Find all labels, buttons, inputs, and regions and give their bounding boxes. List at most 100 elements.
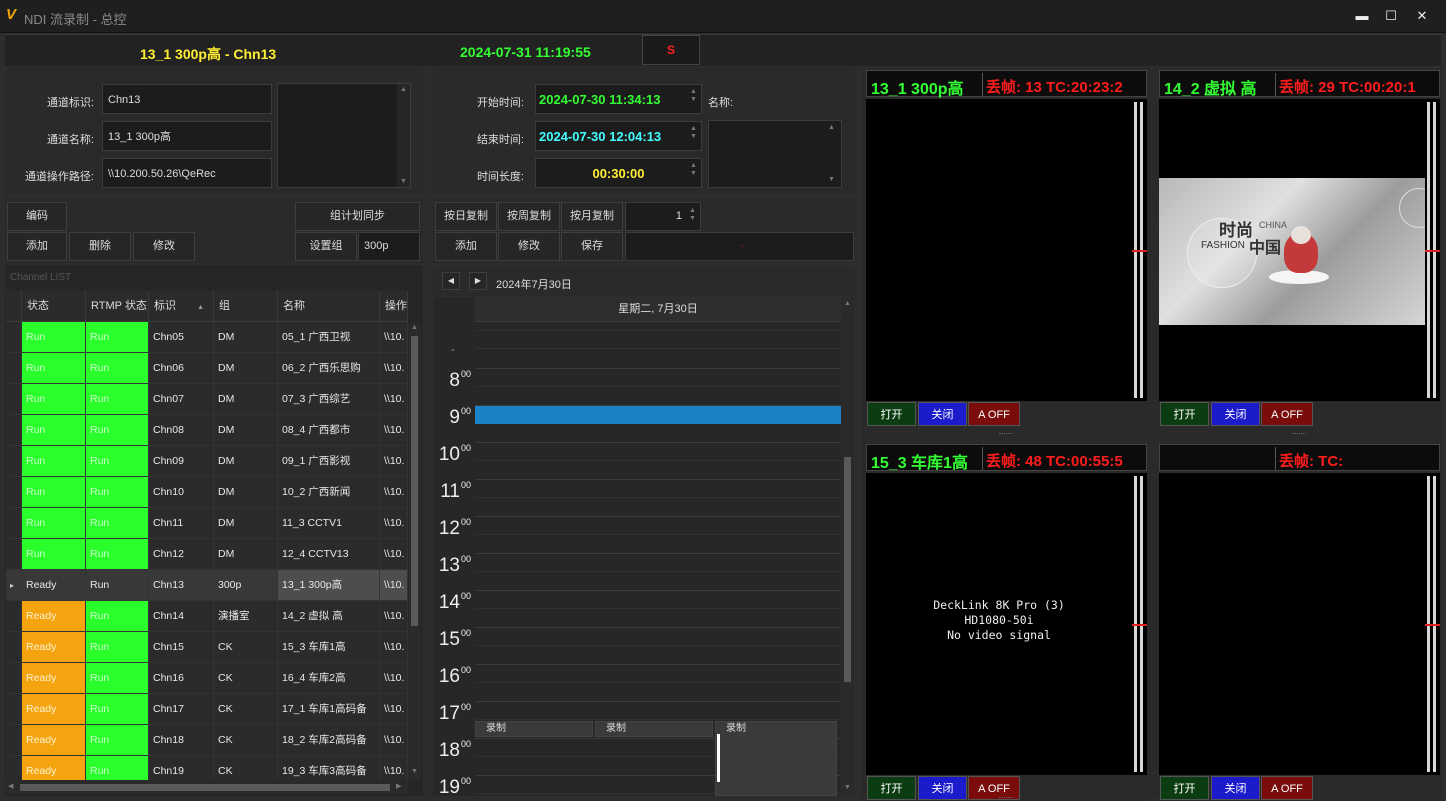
scroll-down-icon[interactable]: ▼ — [397, 178, 410, 186]
row-header-cell[interactable] — [6, 415, 22, 446]
duration-field[interactable]: 00:30:00 — [535, 158, 702, 188]
add-channel-button[interactable]: 添加 — [7, 232, 67, 261]
column-name[interactable]: 名称 — [278, 291, 380, 322]
start-spinner-icon[interactable]: ▲ ▼ — [690, 88, 697, 104]
table-vscrollbar[interactable]: ▲ ▼ — [408, 322, 421, 780]
row-header-cell[interactable] — [6, 663, 22, 694]
schedule-name-textarea[interactable] — [708, 120, 842, 188]
minimize-icon[interactable]: ▬ — [1352, 8, 1372, 24]
modify-schedule-button[interactable]: 修改 — [498, 232, 560, 261]
calendar-vscroll-thumb[interactable] — [844, 457, 851, 682]
recording-event[interactable]: 录制 — [475, 721, 593, 737]
row-header-cell[interactable] — [6, 508, 22, 539]
table-row[interactable]: Run Run Chn09 DM 09_1 广西影视 \\10. — [6, 446, 408, 477]
current-row-icon[interactable]: ▸ — [6, 570, 22, 601]
open-button[interactable]: 打开 — [867, 402, 916, 426]
table-row[interactable]: Ready Run Chn17 CK 17_1 车库1高码备 \\10. — [6, 694, 408, 725]
scroll-down-icon[interactable]: ▼ — [408, 768, 421, 776]
row-header-cell[interactable] — [6, 539, 22, 570]
column-id[interactable]: 标识 ▲ — [149, 291, 214, 322]
audio-off-button[interactable]: A OFF — [968, 402, 1020, 426]
channel-path-field[interactable]: \\10.200.50.26\QeRec — [102, 158, 272, 188]
add-schedule-button[interactable]: 添加 — [435, 232, 497, 261]
set-group-button[interactable]: 设置组 — [295, 232, 357, 261]
table-row[interactable]: Run Run Chn10 DM 10_2 广西新闻 \\10. — [6, 477, 408, 508]
close-button[interactable]: 关闭 — [1211, 776, 1260, 800]
close-button[interactable]: 关闭 — [918, 776, 967, 800]
next-day-icon[interactable]: ▶ — [469, 272, 487, 290]
audio-off-button[interactable]: A OFF — [1261, 402, 1313, 426]
table-row[interactable]: Run Run Chn07 DM 07_3 广西综艺 \\10. — [6, 384, 408, 415]
end-time-field[interactable]: 2024-07-30 12:04:13 — [535, 121, 702, 151]
table-row[interactable]: Run Run Chn05 DM 05_1 广西卫视 \\10. — [6, 322, 408, 353]
open-button[interactable]: 打开 — [1160, 402, 1209, 426]
splitter-grip[interactable] — [999, 797, 1013, 799]
close-button[interactable]: 关闭 — [1211, 402, 1260, 426]
prev-day-icon[interactable]: ◀ — [442, 272, 460, 290]
open-button[interactable]: 打开 — [867, 776, 916, 800]
table-row[interactable]: Run Run Chn12 DM 12_4 CCTV13 \\10. — [6, 539, 408, 570]
column-path[interactable]: 操作路径 — [380, 291, 408, 322]
table-row[interactable]: Ready Run Chn15 CK 15_3 车库1高 \\10. — [6, 632, 408, 663]
scroll-left-icon[interactable]: ◀ — [8, 783, 13, 791]
group-value-field[interactable]: 300p — [358, 232, 420, 261]
table-hscrollbar[interactable]: ◀ ▶ — [6, 780, 408, 794]
table-row[interactable]: Run Run Chn11 DM 11_3 CCTV1 \\10. — [6, 508, 408, 539]
row-header-cell[interactable] — [6, 446, 22, 477]
open-button[interactable]: 打开 — [1160, 776, 1209, 800]
table-row[interactable]: Run Run Chn08 DM 08_4 广西都市 \\10. — [6, 415, 408, 446]
event-resize-handle[interactable] — [717, 734, 720, 782]
table-hscroll-thumb[interactable] — [20, 784, 390, 791]
copy-week-button[interactable]: 按周复制 — [498, 202, 560, 231]
channel-name-field[interactable]: 13_1 300p高 — [102, 121, 272, 151]
table-row[interactable]: Ready Run Chn19 CK 19_3 车库3高码备 \\10. — [6, 756, 408, 780]
scroll-down-icon[interactable]: ▼ — [828, 176, 835, 184]
table-row[interactable]: Run Run Chn06 DM 06_2 广西乐思购 \\10. — [6, 353, 408, 384]
copy-day-button[interactable]: 按日复制 — [435, 202, 497, 231]
row-header-cell[interactable] — [6, 353, 22, 384]
row-header-cell[interactable] — [6, 756, 22, 780]
table-vscroll-thumb[interactable] — [411, 336, 418, 626]
row-header-cell[interactable] — [6, 477, 22, 508]
row-header-cell[interactable] — [6, 384, 22, 415]
scroll-up-icon[interactable]: ▲ — [841, 300, 854, 308]
save-schedule-button[interactable]: 保存 — [561, 232, 623, 261]
audio-off-button[interactable]: A OFF — [1261, 776, 1313, 800]
calendar-vscrollbar[interactable]: ▲ ▼ — [841, 297, 854, 796]
table-row[interactable]: Ready Run Chn16 CK 16_4 车库2高 \\10. — [6, 663, 408, 694]
delete-channel-button[interactable]: 删除 — [69, 232, 131, 261]
scroll-right-icon[interactable]: ▶ — [396, 783, 401, 791]
row-header-cell[interactable] — [6, 632, 22, 663]
table-row[interactable]: ▸ Ready Run Chn13 300p 13_1 300p高 \\10. — [6, 570, 408, 601]
end-spinner-icon[interactable]: ▲ ▼ — [690, 125, 697, 141]
splitter-grip[interactable] — [999, 433, 1013, 435]
plan-sync-button[interactable]: 组计划同步 — [295, 202, 420, 231]
copy-month-button[interactable]: 按月复制 — [561, 202, 623, 231]
table-row[interactable]: Ready Run Chn14 演播室 14_2 虚拟 高 \\10. — [6, 601, 408, 632]
column-group[interactable]: 组 — [214, 291, 278, 322]
close-icon[interactable]: ✕ — [1412, 8, 1432, 24]
start-time-field[interactable]: 2024-07-30 11:34:13 — [535, 84, 702, 114]
row-header-cell[interactable] — [6, 322, 22, 353]
table-row[interactable]: Ready Run Chn18 CK 18_2 车库2高码备 \\10. — [6, 725, 408, 756]
video-preview[interactable] — [1159, 473, 1440, 775]
notes-scrollbar[interactable]: ▲ ▼ — [397, 84, 410, 187]
scroll-down-icon[interactable]: ▼ — [841, 784, 854, 792]
scroll-up-icon[interactable]: ▲ — [408, 324, 421, 332]
channel-id-field[interactable]: Chn13 — [102, 84, 272, 114]
channel-notes-textarea[interactable] — [277, 83, 411, 188]
duration-spinner-icon[interactable]: ▲ ▼ — [690, 162, 697, 178]
splitter-grip[interactable] — [1292, 433, 1306, 435]
row-header-cell[interactable] — [6, 601, 22, 632]
modify-channel-button[interactable]: 修改 — [133, 232, 195, 261]
maximize-icon[interactable]: ☐ — [1381, 8, 1401, 24]
row-header-cell[interactable] — [6, 725, 22, 756]
scroll-up-icon[interactable]: ▲ — [397, 86, 410, 94]
time-slot-selected[interactable] — [475, 406, 841, 424]
encode-button[interactable]: 编码 — [7, 202, 67, 231]
recording-event[interactable]: 录制 — [595, 721, 713, 737]
close-button[interactable]: 关闭 — [918, 402, 967, 426]
scroll-up-icon[interactable]: ▲ — [828, 124, 835, 132]
count-spinner-icon[interactable]: ▲ ▼ — [689, 207, 696, 223]
recording-event[interactable]: 录制 — [715, 721, 837, 796]
